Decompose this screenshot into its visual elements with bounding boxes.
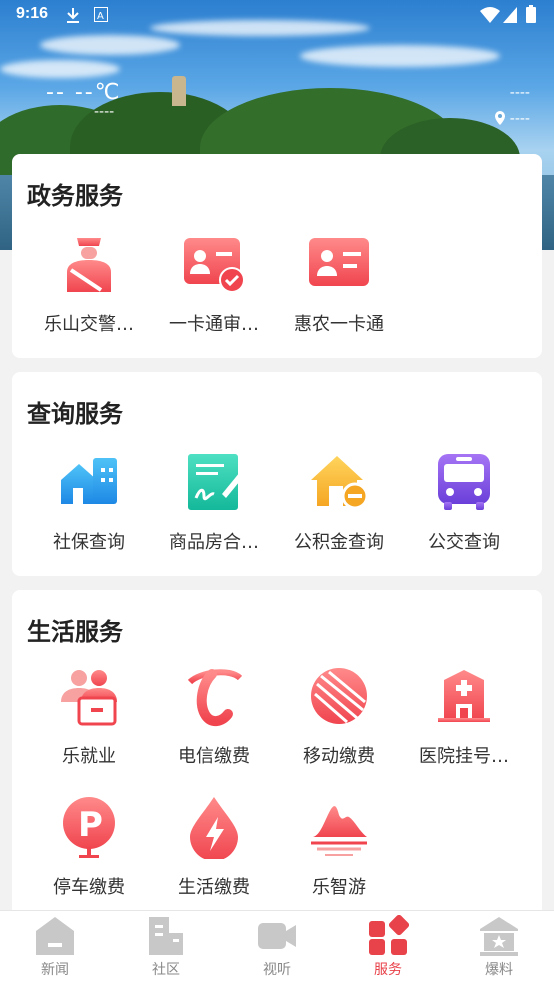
status-time: 9:16 <box>16 5 49 22</box>
housing-fund-icon <box>311 456 369 510</box>
service-item-label: 惠农一卡通 <box>294 314 384 335</box>
svg-text:P: P <box>78 805 103 845</box>
weather-temperature: -- --℃ <box>46 80 122 105</box>
service-item-traffic-police[interactable]: 乐山交警… <box>26 232 152 336</box>
service-item-label: 电信缴费 <box>178 746 250 767</box>
hospital-icon <box>438 670 490 722</box>
battery-icon <box>526 5 536 23</box>
service-icon <box>369 915 409 955</box>
service-item-label: 公积金查询 <box>294 532 384 553</box>
card-approval-icon <box>184 238 245 293</box>
weather-right-top: ---- <box>509 85 530 101</box>
service-item-label: 一卡通审… <box>169 314 259 335</box>
weather-right-bottom: ---- <box>494 106 530 132</box>
service-item-contract[interactable]: 商品房合… <box>151 450 277 554</box>
service-item-label: 乐山交警… <box>44 314 134 335</box>
tourism-icon <box>311 806 367 856</box>
service-item-employment[interactable]: 乐就业 <box>26 664 152 768</box>
app-notification-icon: A <box>94 7 108 22</box>
life-services-card: 生活服务 乐就业 电信缴费 移动缴费 医院挂号… P 停车缴费 生活缴费 乐智游 <box>12 590 542 920</box>
service-item-label: 移动缴费 <box>303 746 375 767</box>
service-item-label: 社保查询 <box>53 532 125 553</box>
traffic-police-icon <box>67 238 111 292</box>
news-icon <box>36 917 74 955</box>
section-title: 政务服务 <box>27 182 123 210</box>
nav-tab-community[interactable]: 社区 <box>111 911 221 984</box>
service-item-label: 乐智游 <box>312 877 366 898</box>
service-item-utility[interactable]: 生活缴费 <box>151 795 277 899</box>
community-icon <box>149 917 183 955</box>
nav-tab-news[interactable]: 新闻 <box>0 911 110 984</box>
service-item-mobile[interactable]: 移动缴费 <box>276 664 402 768</box>
service-item-social-security[interactable]: 社保查询 <box>26 450 152 554</box>
location-pin-icon <box>494 111 505 125</box>
bottom-navigation: 新闻 社区 视听 服务 爆料 <box>0 910 554 984</box>
service-item-tourism[interactable]: 乐智游 <box>276 795 402 899</box>
service-item-label: 停车缴费 <box>53 877 125 898</box>
service-item-label: 商品房合… <box>169 532 259 553</box>
nav-tab-video[interactable]: 视听 <box>222 911 332 984</box>
section-title: 生活服务 <box>27 618 123 646</box>
section-title: 查询服务 <box>27 400 123 428</box>
service-item-parking[interactable]: P 停车缴费 <box>26 795 152 899</box>
service-item-id-card[interactable]: 惠农一卡通 <box>276 232 402 336</box>
nav-tab-label: 爆料 <box>485 962 513 978</box>
service-item-card-approval[interactable]: 一卡通审… <box>151 232 277 336</box>
service-item-hospital[interactable]: 医院挂号… <box>401 664 527 768</box>
telecom-icon <box>187 669 243 726</box>
report-icon <box>480 917 518 956</box>
status-bar: 9:16 A <box>0 0 554 30</box>
wifi-icon <box>480 7 500 23</box>
nav-tab-label: 服务 <box>374 962 402 978</box>
weather-right-bottom-text: ---- <box>509 111 530 127</box>
service-item-label: 医院挂号… <box>419 746 509 767</box>
service-item-telecom[interactable]: 电信缴费 <box>151 664 277 768</box>
download-icon <box>67 8 79 23</box>
query-services-card: 查询服务 社保查询 商品房合… 公积金查询 公交查询 <box>12 372 542 576</box>
weather-location: ---- ---- <box>494 80 530 132</box>
mobile-icon <box>311 668 367 724</box>
bus-icon <box>438 454 490 510</box>
service-item-bus[interactable]: 公交查询 <box>401 450 527 554</box>
service-item-label: 公交查询 <box>428 532 500 553</box>
id-card-icon <box>309 238 369 286</box>
parking-icon: P <box>63 797 115 858</box>
nav-tab-label: 社区 <box>152 962 180 978</box>
nav-tab-service[interactable]: 服务 <box>333 911 443 984</box>
weather-description: ---- <box>94 104 115 120</box>
social-security-icon <box>61 458 117 504</box>
svg-text:A: A <box>97 11 104 22</box>
service-item-label: 乐就业 <box>62 746 116 767</box>
contract-icon <box>188 454 244 510</box>
signal-icon <box>503 7 517 23</box>
nav-tab-label: 视听 <box>263 962 291 978</box>
nav-tab-report[interactable]: 爆料 <box>444 911 554 984</box>
nav-tab-label: 新闻 <box>41 962 69 978</box>
utility-icon <box>190 797 238 859</box>
video-icon <box>258 923 296 949</box>
service-item-housing-fund[interactable]: 公积金查询 <box>276 450 402 554</box>
service-item-label: 生活缴费 <box>178 877 250 898</box>
employment-icon <box>61 670 117 726</box>
government-services-card: 政务服务 乐山交警… 一卡通审… 惠农一卡通 <box>12 154 542 358</box>
